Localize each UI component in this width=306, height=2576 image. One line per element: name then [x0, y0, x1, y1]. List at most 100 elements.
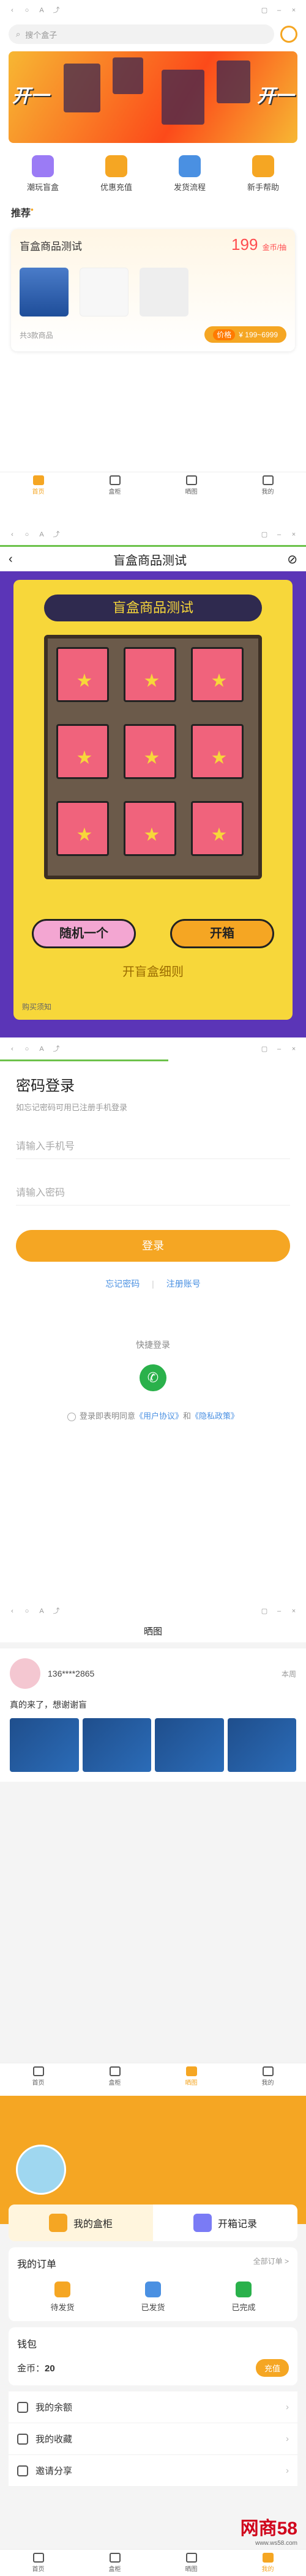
- tab-show[interactable]: 晒图: [173, 2553, 210, 2573]
- share-icon: [17, 2465, 28, 2476]
- status-bar: ‹ ○ A ⤴ ▢ – ×: [0, 524, 306, 545]
- tab-bar: 首页 盒柜 晒图 我的: [0, 2549, 306, 2576]
- forgot-password-link[interactable]: 忘记密码: [105, 1279, 140, 1289]
- user-icon: [262, 475, 274, 485]
- grid-icon: [185, 475, 197, 485]
- gift-box-icon: [31, 155, 54, 177]
- mystery-box[interactable]: ★: [124, 647, 176, 702]
- product-card[interactable]: 盲盒商品测试 199 金币/抽 共3款商品 价格 ¥ 199~6999: [11, 229, 295, 351]
- menu-balance[interactable]: 我的余额 ›: [9, 2391, 297, 2423]
- grid-icon: [185, 2553, 197, 2563]
- tab-mine[interactable]: 我的: [250, 2066, 286, 2087]
- cabinet-icon: [109, 475, 121, 485]
- promo-banner[interactable]: 开一 开一: [9, 51, 297, 143]
- menu-favorite[interactable]: 我的收藏 ›: [9, 2423, 297, 2455]
- home-icon: [32, 2553, 44, 2563]
- tab-mine[interactable]: 我的: [250, 475, 286, 496]
- back-icon[interactable]: ‹: [9, 552, 13, 566]
- page-title: 盲盒商品测试: [113, 554, 187, 568]
- tab-mine[interactable]: 我的: [250, 2553, 286, 2573]
- search-input[interactable]: ⌕ 搜个盒子: [9, 24, 274, 44]
- quick-link-blindbox[interactable]: 潮玩盲盒: [27, 155, 59, 192]
- tab-home[interactable]: 首页: [20, 475, 57, 496]
- mystery-box[interactable]: ★: [191, 647, 244, 702]
- cabinet-icon: [48, 2214, 67, 2232]
- menu-share[interactable]: 邀请分享 ›: [9, 2455, 297, 2487]
- wallet-block: 钱包 金币：20 充值: [9, 2327, 297, 2385]
- post-image[interactable]: [10, 1718, 79, 1772]
- open-records-tab[interactable]: 开箱记录: [153, 2205, 297, 2241]
- open-box-button[interactable]: 开箱: [170, 919, 274, 948]
- user-agreement-link[interactable]: 《用户协议》: [135, 1411, 183, 1421]
- rules-link[interactable]: 开盲盒细则: [13, 962, 293, 979]
- chevron-right-icon: ›: [286, 2434, 289, 2444]
- tab-home[interactable]: 首页: [20, 2553, 57, 2573]
- mystery-box[interactable]: ★: [124, 801, 176, 856]
- quick-link-shipping[interactable]: 发货流程: [174, 155, 206, 192]
- login-button[interactable]: 登录: [16, 1230, 290, 1262]
- tab-cabinet[interactable]: 盒柜: [97, 2553, 133, 2573]
- post-image[interactable]: [82, 1718, 151, 1772]
- mystery-box[interactable]: ★: [124, 724, 176, 779]
- cabinet-icon: [109, 2553, 121, 2563]
- home-icon: [32, 2066, 44, 2076]
- tab-bar: 首页 盒柜 晒图 我的: [0, 472, 306, 499]
- product-thumb: [140, 268, 188, 317]
- book-icon: [252, 155, 274, 177]
- banner-text-left: 开一: [12, 86, 49, 106]
- quick-link-recharge[interactable]: 优惠充值: [100, 155, 132, 192]
- back-glyph-icon: ‹: [11, 7, 13, 14]
- mute-icon[interactable]: ⊘: [287, 552, 297, 567]
- order-shipped[interactable]: 已发货: [141, 2281, 165, 2313]
- banner-text-right: 开一: [257, 86, 294, 106]
- star-icon: ★: [143, 748, 160, 768]
- customer-service-icon[interactable]: [280, 26, 297, 43]
- mystery-box[interactable]: ★: [56, 801, 109, 856]
- user-icon: [262, 2553, 274, 2563]
- random-button[interactable]: 随机一个: [32, 919, 136, 948]
- star-icon: ★: [143, 671, 160, 691]
- section-title: 推荐•: [11, 205, 34, 219]
- blindbox-screen: ‹ ○ A ⤴ ▢ – × ‹ 盲盒商品测试 ⊘ 盲盒商品测试 ★ ★ ★ ★ ★ ★ ★…: [0, 524, 306, 1037]
- quick-links: 潮玩盲盒 优惠充值 发货流程 新手帮助: [0, 147, 306, 201]
- register-link[interactable]: 注册账号: [166, 1279, 201, 1289]
- star-icon: ★: [143, 825, 160, 845]
- phone-field[interactable]: 请输入手机号: [16, 1113, 290, 1159]
- tab-home[interactable]: 首页: [20, 2066, 57, 2087]
- user-icon: [262, 2066, 274, 2076]
- show-screen: ‹ ○ A ⤴ ▢ – × 晒图 136****2865 本周 真的来了，想谢谢盲 首页 …: [0, 1601, 306, 2090]
- agree-radio[interactable]: [67, 1412, 76, 1421]
- all-orders-link[interactable]: 全部订单 >: [253, 2256, 289, 2270]
- mystery-box[interactable]: ★: [191, 801, 244, 856]
- status-bar: ‹ ○ A ⤴ ▢ – ×: [0, 0, 306, 21]
- privacy-link[interactable]: 《隐私政策》: [191, 1411, 239, 1421]
- login-screen: ‹ ○ A ⤴ ▢ – × 密码登录 如忘记密码可用已注册手机登录 请输入手机号 请输入密…: [0, 1039, 306, 1540]
- wechat-icon[interactable]: ✆: [140, 1364, 166, 1391]
- password-field[interactable]: 请输入密码: [16, 1159, 290, 1206]
- star-icon: ★: [76, 748, 93, 768]
- post[interactable]: 136****2865 本周 真的来了，想谢谢盲: [0, 1648, 306, 1782]
- post-image[interactable]: [227, 1718, 296, 1772]
- favorite-icon: [17, 2433, 28, 2445]
- post-image[interactable]: [155, 1718, 224, 1772]
- close-icon: ×: [291, 7, 296, 14]
- purchase-notice: 购买须知: [22, 1003, 52, 1011]
- order-pending[interactable]: 待发货: [50, 2281, 75, 2313]
- my-cabinet-tab[interactable]: 我的盒柜: [9, 2205, 153, 2241]
- post-text: 真的来了，想谢谢盲: [10, 1700, 87, 1710]
- avatar[interactable]: [16, 2145, 66, 2195]
- order-done[interactable]: 已完成: [231, 2281, 256, 2313]
- tab-cabinet[interactable]: 盒柜: [97, 475, 133, 496]
- mystery-box[interactable]: ★: [56, 647, 109, 702]
- product-thumb: [20, 268, 69, 317]
- tab-show[interactable]: 晒图: [173, 475, 210, 496]
- quick-link-help[interactable]: 新手帮助: [247, 155, 279, 192]
- charge-button[interactable]: 充值: [255, 2359, 289, 2377]
- tab-cabinet[interactable]: 盒柜: [97, 2066, 133, 2087]
- tab-show[interactable]: 晒图: [173, 2066, 210, 2087]
- pending-icon: [54, 2281, 70, 2297]
- refresh-icon: ○: [24, 7, 29, 14]
- quick-login-label: 快捷登录: [136, 1340, 170, 1350]
- mystery-box[interactable]: ★: [191, 724, 244, 779]
- mystery-box[interactable]: ★: [56, 724, 109, 779]
